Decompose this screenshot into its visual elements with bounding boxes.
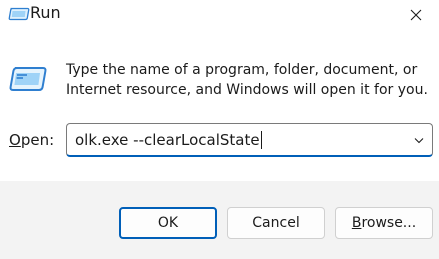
run-dialog: Run Type the name of a program, folder, …	[0, 0, 439, 259]
open-label-mnemonic: O	[9, 131, 21, 149]
run-program-icon	[9, 66, 47, 92]
open-label-rest: pen:	[20, 131, 55, 149]
open-combobox[interactable]: olk.exe --clearLocalState	[66, 123, 433, 157]
browse-label-rest: rowse...	[361, 215, 417, 231]
description-line-2: Internet resource, and Windows will open…	[66, 82, 428, 98]
ok-button[interactable]: OK	[119, 207, 217, 239]
chevron-down-icon[interactable]	[412, 132, 426, 146]
close-button[interactable]	[393, 0, 439, 30]
browse-button[interactable]: Browse...	[335, 207, 433, 239]
description-line-1: Type the name of a program, folder, docu…	[66, 62, 418, 78]
browse-mnemonic: B	[351, 215, 362, 231]
open-input[interactable]: olk.exe --clearLocalState	[75, 124, 262, 155]
run-icon	[8, 6, 30, 21]
description-text: Type the name of a program, folder, docu…	[66, 60, 428, 100]
button-bar: OK Cancel Browse...	[0, 181, 439, 259]
open-label: Open:	[9, 130, 54, 150]
title-bar: Run	[0, 0, 439, 30]
close-icon	[410, 9, 422, 21]
cancel-button[interactable]: Cancel	[227, 207, 325, 239]
open-input-value: olk.exe --clearLocalState	[75, 130, 260, 149]
window-title: Run	[30, 3, 61, 22]
text-caret	[260, 130, 262, 149]
